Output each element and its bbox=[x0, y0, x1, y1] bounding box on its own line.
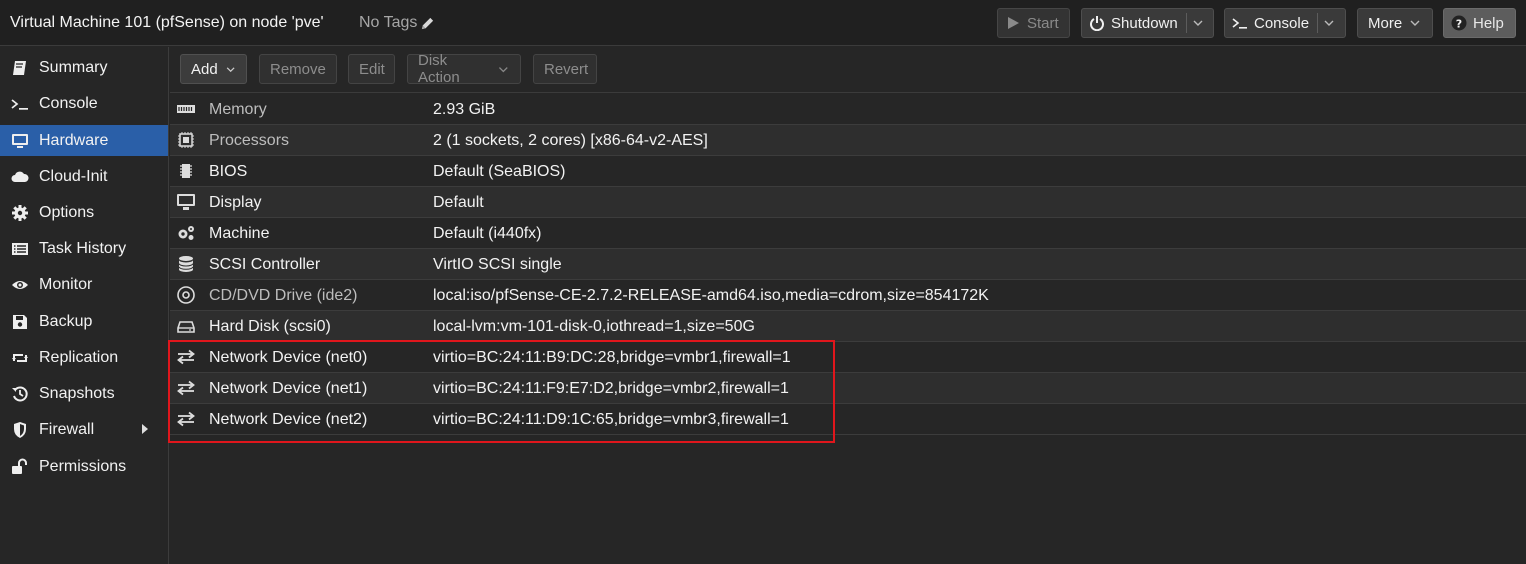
exchange-icon bbox=[177, 411, 195, 427]
svg-text:?: ? bbox=[1456, 17, 1462, 30]
row-name: Processors bbox=[209, 132, 290, 149]
console-button[interactable]: Console bbox=[1224, 8, 1346, 38]
terminal-icon bbox=[1232, 18, 1247, 29]
row-value: 2 (1 sockets, 2 cores) [x86-64-v2-AES] bbox=[433, 132, 708, 149]
desktop-icon bbox=[177, 194, 195, 210]
hardware-toolbar: Add Remove Edit Disk Action Revert bbox=[170, 47, 1526, 93]
pencil-icon[interactable] bbox=[420, 16, 435, 31]
table-row[interactable]: CD/DVD Drive (ide2) local:iso/pfSense-CE… bbox=[170, 280, 1526, 311]
row-name: BIOS bbox=[209, 163, 248, 180]
sidebar-item-monitor[interactable]: Monitor bbox=[0, 269, 168, 300]
table-row[interactable]: Hard Disk (scsi0) local-lvm:vm-101-disk-… bbox=[170, 311, 1526, 342]
row-value: virtio=BC:24:11:D9:1C:65,bridge=vmbr3,fi… bbox=[433, 411, 789, 428]
book-icon bbox=[13, 60, 26, 75]
row-name: Display bbox=[209, 194, 262, 211]
question-circle-icon: ? bbox=[1451, 15, 1467, 31]
row-value: local:iso/pfSense-CE-2.7.2-RELEASE-amd64… bbox=[433, 287, 989, 304]
row-value: Default (i440fx) bbox=[433, 225, 542, 242]
top-header: Virtual Machine 101 (pfSense) on node 'p… bbox=[0, 0, 1526, 46]
sidebar: Summary Console Hardware Cloud-Init Opti… bbox=[0, 47, 169, 564]
exchange-icon bbox=[177, 349, 195, 365]
chevron-down-icon bbox=[1410, 20, 1420, 26]
row-value: local-lvm:vm-101-disk-0,iothread=1,size=… bbox=[433, 318, 755, 335]
shutdown-button[interactable]: Shutdown bbox=[1081, 8, 1214, 38]
sidebar-item-backup[interactable]: Backup bbox=[0, 306, 168, 337]
shield-icon bbox=[14, 421, 26, 438]
row-name: Network Device (net2) bbox=[209, 411, 368, 428]
row-name: Memory bbox=[209, 101, 267, 118]
row-value: 2.93 GiB bbox=[433, 101, 496, 118]
eye-icon bbox=[12, 280, 28, 289]
chevron-down-icon bbox=[499, 66, 509, 72]
more-button[interactable]: More bbox=[1357, 8, 1433, 38]
cdrom-icon bbox=[177, 286, 195, 304]
tags-label: No Tags bbox=[359, 14, 418, 31]
row-value: Default bbox=[433, 194, 484, 211]
table-row[interactable]: Machine Default (i440fx) bbox=[170, 218, 1526, 249]
sidebar-item-task-history[interactable]: Task History bbox=[0, 233, 168, 264]
table-row[interactable]: Display Default bbox=[170, 187, 1526, 218]
row-name: Network Device (net0) bbox=[209, 349, 368, 366]
floppy-icon bbox=[13, 314, 27, 329]
cpu-icon bbox=[178, 132, 194, 148]
vm-title: Virtual Machine 101 (pfSense) on node 'p… bbox=[10, 14, 324, 31]
sidebar-item-cloud-init[interactable]: Cloud-Init bbox=[0, 161, 168, 192]
row-value: VirtIO SCSI single bbox=[433, 256, 562, 273]
sidebar-item-hardware[interactable]: Hardware bbox=[0, 125, 168, 156]
gear-icon bbox=[12, 204, 28, 221]
table-row[interactable]: Network Device (net0) virtio=BC:24:11:B9… bbox=[170, 342, 1526, 373]
sidebar-item-console[interactable]: Console bbox=[0, 88, 168, 119]
memory-icon bbox=[177, 105, 195, 113]
row-name: CD/DVD Drive (ide2) bbox=[209, 287, 358, 304]
cogs-icon bbox=[178, 226, 194, 240]
revert-button[interactable]: Revert bbox=[533, 54, 597, 84]
sidebar-item-snapshots[interactable]: Snapshots bbox=[0, 378, 168, 409]
cloud-icon bbox=[11, 171, 29, 182]
table-row[interactable]: Processors 2 (1 sockets, 2 cores) [x86-6… bbox=[170, 125, 1526, 156]
edit-button[interactable]: Edit bbox=[348, 54, 395, 84]
history-icon bbox=[12, 385, 28, 401]
row-name: Network Device (net1) bbox=[209, 380, 368, 397]
sidebar-item-permissions[interactable]: Permissions bbox=[0, 451, 168, 482]
sidebar-item-options[interactable]: Options bbox=[0, 197, 168, 228]
table-row[interactable]: Network Device (net1) virtio=BC:24:11:F9… bbox=[170, 373, 1526, 404]
row-value: virtio=BC:24:11:F9:E7:D2,bridge=vmbr2,fi… bbox=[433, 380, 789, 397]
table-row[interactable]: SCSI Controller VirtIO SCSI single bbox=[170, 249, 1526, 280]
start-button[interactable]: Start bbox=[997, 8, 1070, 38]
remove-button[interactable]: Remove bbox=[259, 54, 337, 84]
table-row[interactable]: Memory 2.93 GiB bbox=[170, 94, 1526, 125]
tags-editor[interactable]: No Tags bbox=[359, 14, 435, 32]
unlock-icon bbox=[12, 458, 27, 474]
chevron-down-icon[interactable] bbox=[1322, 16, 1336, 30]
chip-icon bbox=[180, 164, 192, 178]
table-row[interactable]: BIOS Default (SeaBIOS) bbox=[170, 156, 1526, 187]
chevron-right-icon[interactable] bbox=[140, 423, 150, 435]
row-name: Hard Disk (scsi0) bbox=[209, 318, 331, 335]
chevron-down-icon[interactable] bbox=[1191, 16, 1205, 30]
sidebar-item-summary[interactable]: Summary bbox=[0, 52, 168, 83]
help-button[interactable]: ? Help bbox=[1443, 8, 1516, 38]
hdd-icon bbox=[177, 321, 195, 333]
database-icon bbox=[178, 256, 194, 272]
row-value: virtio=BC:24:11:B9:DC:28,bridge=vmbr1,fi… bbox=[433, 349, 791, 366]
retweet-icon bbox=[12, 353, 28, 362]
monitor-icon bbox=[12, 133, 28, 148]
play-icon bbox=[1008, 17, 1019, 29]
row-name: SCSI Controller bbox=[209, 256, 321, 273]
chevron-down-icon bbox=[226, 66, 235, 72]
table-row[interactable]: Network Device (net2) virtio=BC:24:11:D9… bbox=[170, 404, 1526, 435]
row-value: Default (SeaBIOS) bbox=[433, 163, 566, 180]
terminal-icon bbox=[11, 98, 28, 110]
sidebar-item-firewall[interactable]: Firewall bbox=[0, 414, 168, 445]
disk-action-button[interactable]: Disk Action bbox=[407, 52, 521, 86]
power-icon bbox=[1090, 16, 1104, 31]
sidebar-item-replication[interactable]: Replication bbox=[0, 342, 168, 373]
list-icon bbox=[12, 242, 28, 255]
hardware-panel: Add Remove Edit Disk Action Revert Memor… bbox=[170, 47, 1526, 564]
exchange-icon bbox=[177, 380, 195, 396]
row-name: Machine bbox=[209, 225, 270, 242]
add-button[interactable]: Add bbox=[180, 54, 247, 84]
